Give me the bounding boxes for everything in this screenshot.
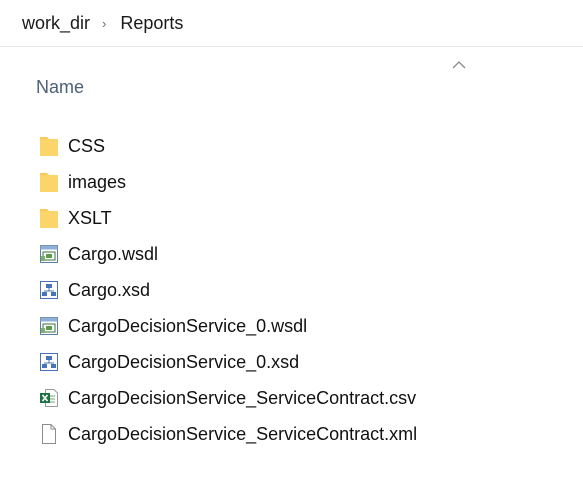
folder-icon bbox=[39, 135, 59, 157]
file-name: CargoDecisionService_0.wsdl bbox=[68, 315, 308, 336]
list-item[interactable]: CargoDecisionService_0.wsdl bbox=[0, 308, 583, 344]
breadcrumb-item-reports[interactable]: Reports bbox=[116, 13, 187, 34]
file-name: CargoDecisionService_0.xsd bbox=[68, 351, 300, 372]
breadcrumb-item-work-dir[interactable]: work_dir bbox=[0, 13, 94, 34]
list-item[interactable]: CSS bbox=[0, 128, 583, 164]
file-name: Cargo.wsdl bbox=[68, 243, 159, 264]
list-item[interactable]: CargoDecisionService_0.xsd bbox=[0, 344, 583, 380]
excel-csv-file-icon bbox=[39, 387, 59, 409]
column-header-name[interactable]: Name bbox=[0, 47, 583, 113]
folder-icon bbox=[39, 171, 59, 193]
file-name: CargoDecisionService_ServiceContract.csv bbox=[68, 387, 417, 408]
blank-file-icon bbox=[39, 423, 59, 445]
list-item[interactable]: CargoDecisionService_ServiceContract.xml bbox=[0, 416, 583, 452]
file-list: CSS images XSLT Cargo.wsdl Cargo.xsd Car… bbox=[0, 128, 583, 452]
column-header-label: Name bbox=[36, 77, 85, 97]
list-item[interactable]: CargoDecisionService_ServiceContract.csv bbox=[0, 380, 583, 416]
file-name: images bbox=[68, 171, 127, 192]
xsd-file-icon bbox=[39, 351, 59, 373]
chevron-right-icon[interactable]: › bbox=[94, 16, 116, 31]
list-item[interactable]: XSLT bbox=[0, 200, 583, 236]
chevron-up-icon bbox=[452, 61, 466, 69]
file-name: Cargo.xsd bbox=[68, 279, 151, 300]
wsdl-file-icon bbox=[39, 243, 59, 265]
breadcrumb: work_dir › Reports bbox=[0, 0, 583, 46]
list-item[interactable]: Cargo.wsdl bbox=[0, 236, 583, 272]
file-name: CargoDecisionService_ServiceContract.xml bbox=[68, 423, 418, 444]
list-item[interactable]: images bbox=[0, 164, 583, 200]
file-name: XSLT bbox=[68, 207, 112, 228]
list-item[interactable]: Cargo.xsd bbox=[0, 272, 583, 308]
xsd-file-icon bbox=[39, 279, 59, 301]
wsdl-file-icon bbox=[39, 315, 59, 337]
file-explorer-window: work_dir › Reports Name CSS images XSLT … bbox=[0, 0, 583, 504]
file-name: CSS bbox=[68, 135, 106, 156]
folder-icon bbox=[39, 207, 59, 229]
